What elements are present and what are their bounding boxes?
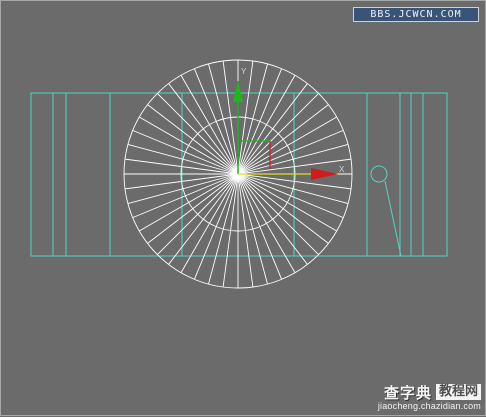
disc-spoke: [237, 173, 349, 204]
gizmo-y-arrow[interactable]: [233, 81, 243, 102]
watermark-brand: 查字典: [383, 383, 432, 402]
disc-spoke: [139, 173, 239, 232]
watermark-label: 教程网: [435, 384, 481, 400]
disc-spoke: [237, 173, 296, 273]
disc-spoke: [237, 63, 268, 175]
gizmo-x-label: X: [339, 165, 345, 174]
disc-spoke: [139, 116, 239, 175]
scene-canvas[interactable]: Y X: [1, 1, 486, 417]
watermark-url: jiaocheng.chazidian.com: [377, 401, 481, 411]
disc-spoke: [208, 173, 239, 285]
3d-viewport[interactable]: Y X BBS.JCWCN.COM 查字典 教程网 jiaocheng.chaz…: [0, 0, 486, 416]
disc-spoke: [157, 93, 239, 175]
watermark-title-row: 查字典 教程网: [353, 383, 481, 402]
disc-spoke: [180, 173, 239, 273]
disc-spoke: [237, 75, 296, 175]
disc-spoke: [237, 173, 268, 285]
disc-spoke: [237, 173, 319, 255]
disc-spoke: [208, 63, 239, 175]
disc-spoke: [127, 144, 239, 175]
disc-spoke: [237, 144, 349, 175]
disc-spoke: [237, 116, 337, 175]
small-handle-circle: [370, 165, 388, 183]
gizmo-y-label: Y: [241, 67, 247, 76]
disc-spoke: [157, 173, 239, 255]
disc-spoke: [180, 75, 239, 175]
site-watermark-bottom: 查字典 教程网 jiaocheng.chazidian.com: [353, 383, 481, 413]
disc-spoke: [237, 93, 319, 175]
handle-line: [384, 180, 402, 257]
site-watermark-top: BBS.JCWCN.COM: [353, 7, 479, 22]
gizmo-x-arrow[interactable]: [311, 168, 338, 180]
disc-spoke: [237, 173, 337, 232]
disc-spoke: [127, 173, 239, 204]
